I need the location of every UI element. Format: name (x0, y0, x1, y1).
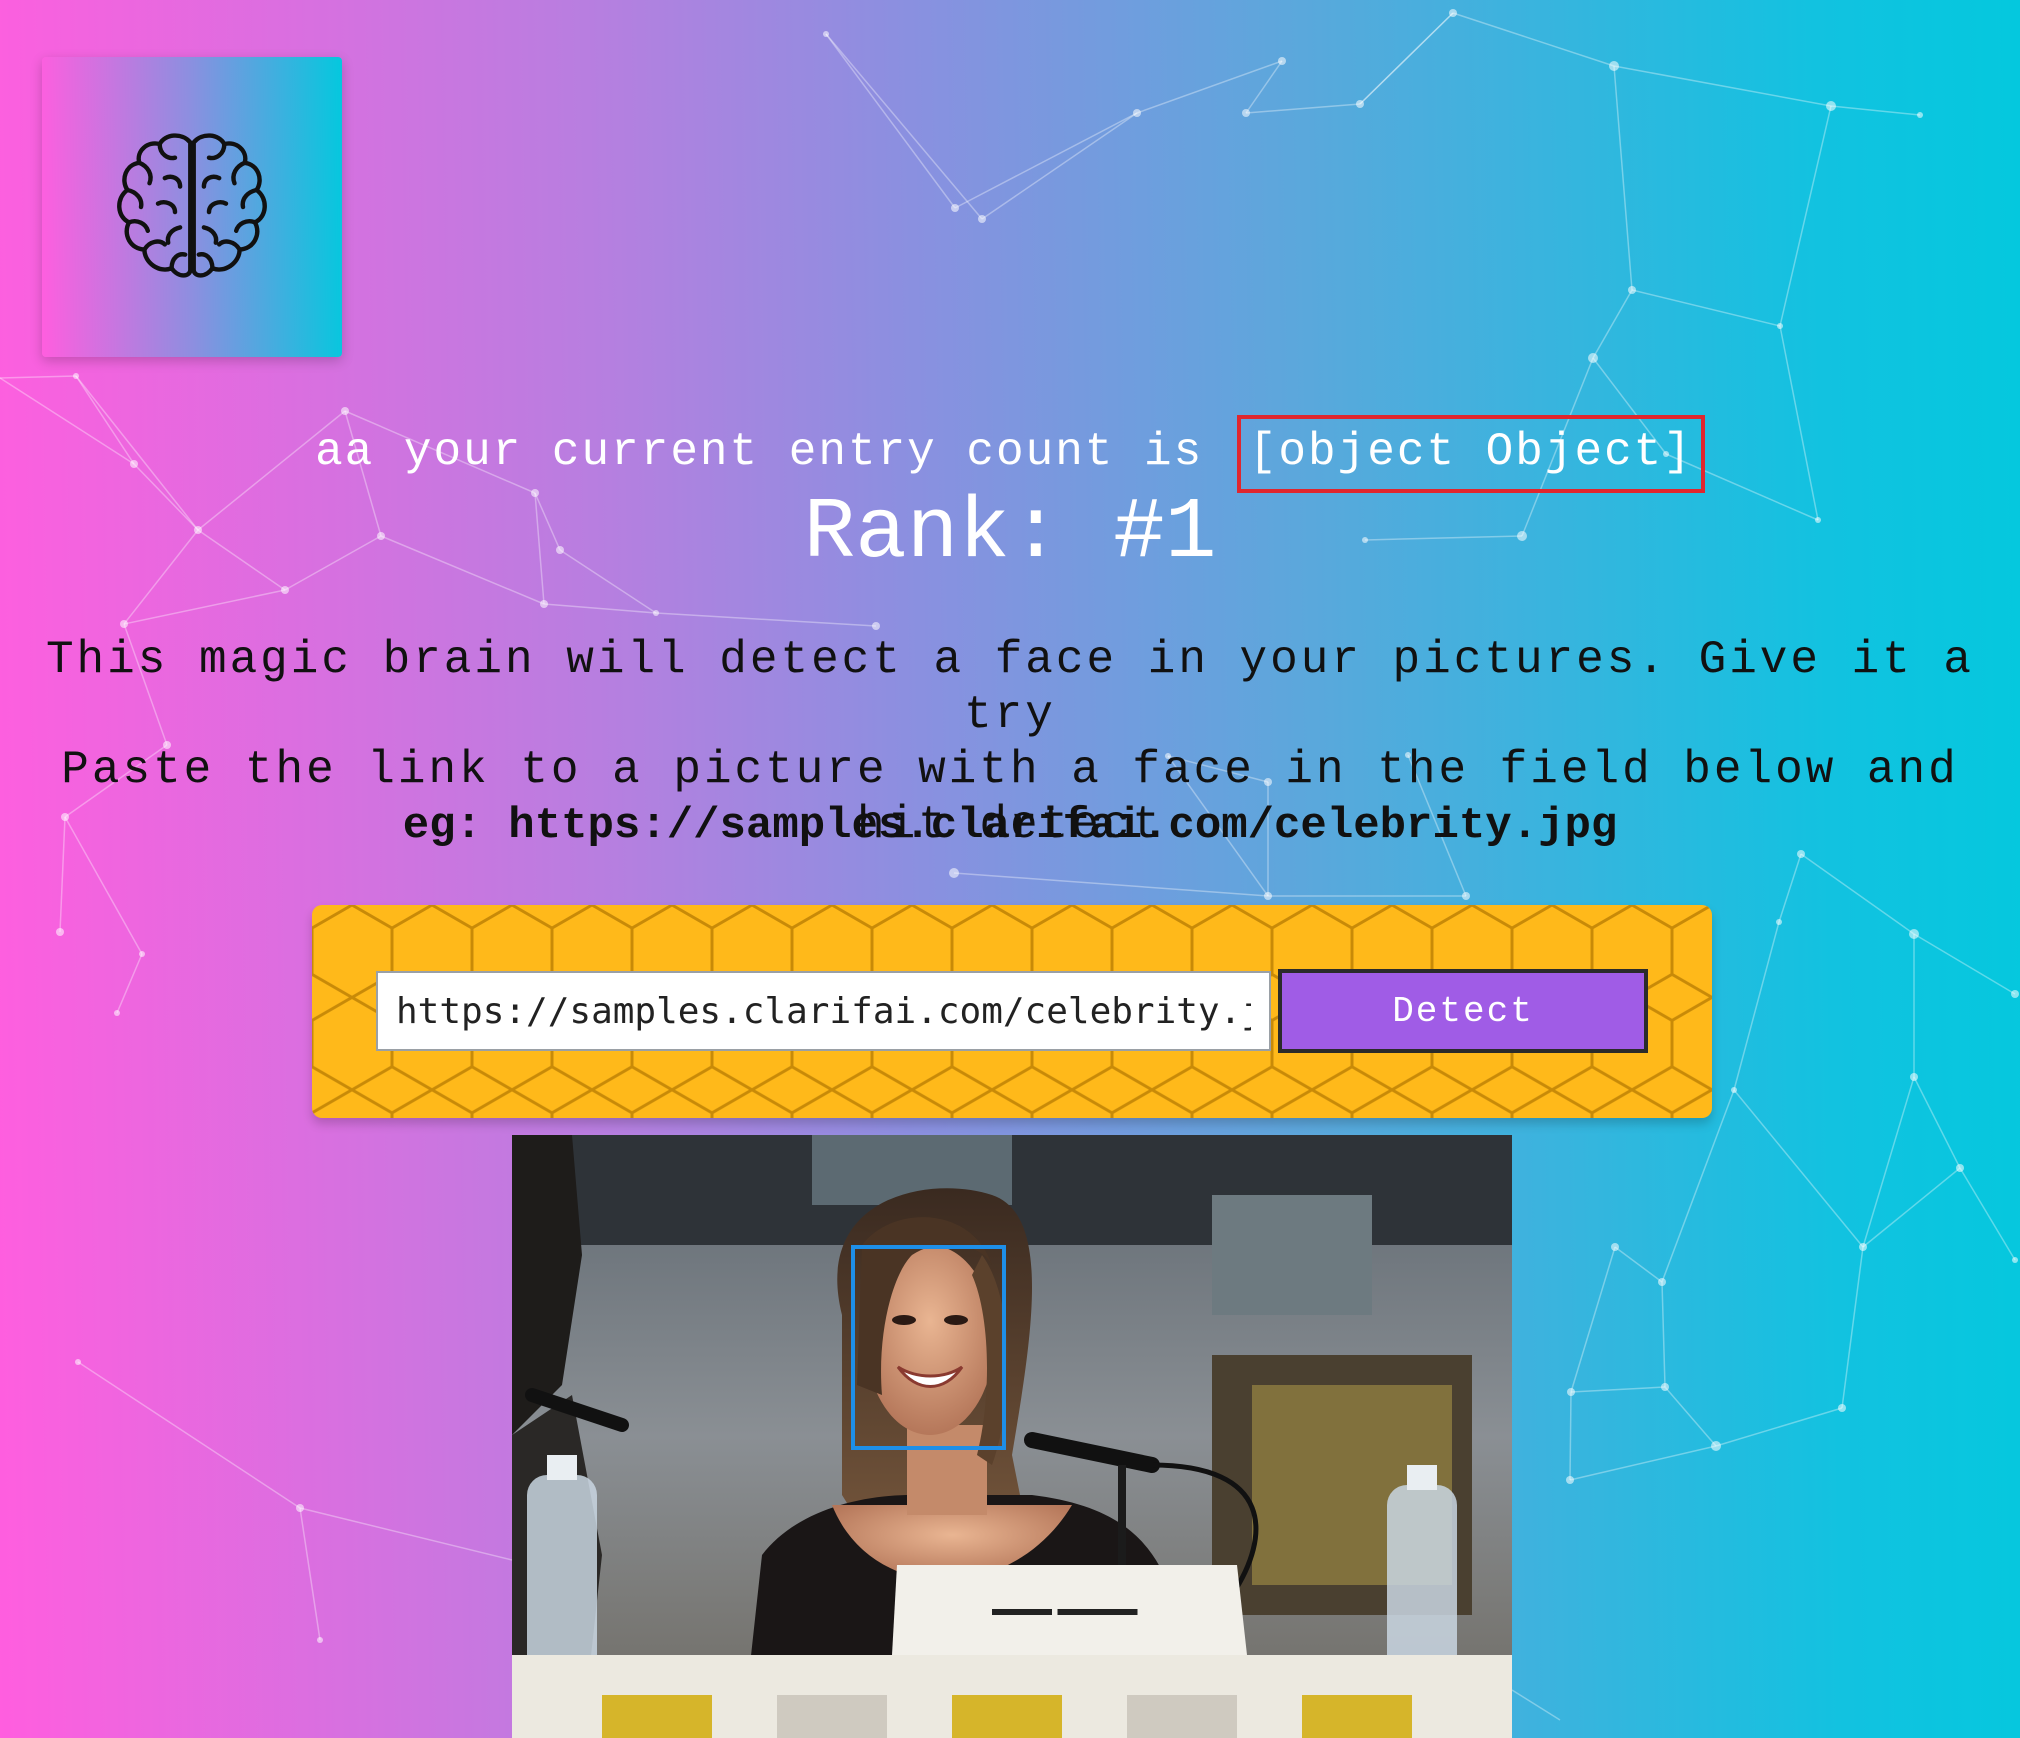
image-link-form: Detect (312, 905, 1712, 1118)
celebrity-photo: ▬▬▬ ▬▬▬▬ (512, 1135, 1512, 1738)
brain-icon (117, 133, 267, 278)
logo-card[interactable] (42, 57, 342, 357)
example-url: eg: https://samples.clarifai.com/celebri… (402, 801, 1618, 851)
intro-line-1: This magic brain will detect a face in y… (45, 634, 1975, 741)
face-image: ▬▬▬ ▬▬▬▬ (512, 1135, 1512, 1738)
image-url-input[interactable] (376, 971, 1271, 1051)
face-bounding-box (851, 1245, 1006, 1450)
greeting-text: aa your current entry count is (315, 426, 1233, 478)
rank-heading: Rank: #1 (803, 484, 1217, 582)
detect-button[interactable]: Detect (1278, 969, 1648, 1053)
svg-text:▬▬▬ ▬▬▬▬: ▬▬▬ ▬▬▬▬ (992, 1598, 1138, 1620)
